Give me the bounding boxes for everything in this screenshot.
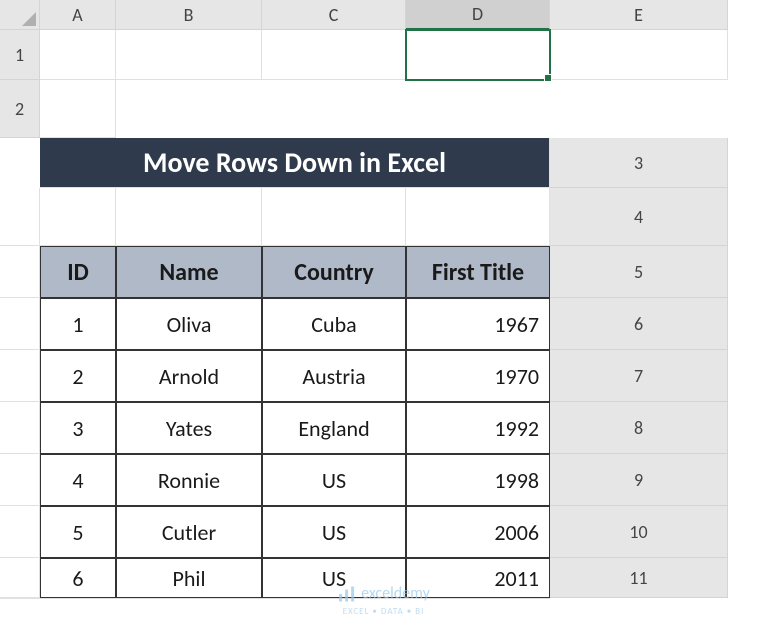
row-header-7[interactable]: 7 <box>550 350 728 402</box>
col-header-c[interactable]: C <box>262 0 406 30</box>
table-row[interactable]: 1992 <box>406 402 550 454</box>
watermark-text: exceldemy <box>361 584 430 603</box>
watermark: exceldemy <box>337 584 430 603</box>
row-header-11[interactable]: 11 <box>550 558 728 598</box>
table-row[interactable]: Austria <box>262 350 406 402</box>
cell-e3[interactable] <box>406 188 550 246</box>
col-header-a[interactable]: A <box>40 0 116 30</box>
cell-a9[interactable] <box>0 506 40 558</box>
cell-a7[interactable] <box>0 402 40 454</box>
cell-a10[interactable] <box>0 558 40 598</box>
cell-b1[interactable] <box>116 30 262 80</box>
table-row[interactable]: 1967 <box>406 298 550 350</box>
col-header-e[interactable]: E <box>550 0 728 30</box>
cell-a5[interactable] <box>0 298 40 350</box>
table-header-id[interactable]: ID <box>40 246 116 298</box>
select-all-corner[interactable] <box>0 0 40 30</box>
cell-b11[interactable] <box>40 598 116 599</box>
table-row[interactable]: 1970 <box>406 350 550 402</box>
cell-a1[interactable] <box>40 30 116 80</box>
table-row[interactable]: 6 <box>40 558 116 598</box>
cell-d1[interactable] <box>406 30 550 80</box>
table-row[interactable]: Arnold <box>116 350 262 402</box>
table-row[interactable]: 5 <box>40 506 116 558</box>
row-header-6[interactable]: 6 <box>550 298 728 350</box>
cell-c1[interactable] <box>262 30 406 80</box>
chart-icon <box>337 585 355 603</box>
watermark-tagline: EXCEL • DATA • BI <box>343 606 425 617</box>
table-row[interactable]: 4 <box>40 454 116 506</box>
row-header-8[interactable]: 8 <box>550 402 728 454</box>
col-header-b[interactable]: B <box>116 0 262 30</box>
table-row[interactable]: Oliva <box>116 298 262 350</box>
cell-a4[interactable] <box>0 246 40 298</box>
row-header-2[interactable]: 2 <box>0 80 40 138</box>
table-row[interactable]: 1998 <box>406 454 550 506</box>
cell-b3[interactable] <box>40 188 116 246</box>
table-row[interactable]: US <box>262 506 406 558</box>
spreadsheet-grid: A B C D E 1 2 Move Rows Down in Excel 3 … <box>0 0 767 599</box>
row-header-5[interactable]: 5 <box>550 246 728 298</box>
row-header-10[interactable]: 10 <box>550 506 728 558</box>
table-row[interactable]: England <box>262 402 406 454</box>
row-header-9[interactable]: 9 <box>550 454 728 506</box>
table-row[interactable]: Yates <box>116 402 262 454</box>
table-row[interactable]: 2 <box>40 350 116 402</box>
table-row[interactable]: Phil <box>116 558 262 598</box>
cell-a8[interactable] <box>0 454 40 506</box>
table-row[interactable]: 1 <box>40 298 116 350</box>
title-banner[interactable]: Move Rows Down in Excel <box>40 138 550 188</box>
cell-a6[interactable] <box>0 350 40 402</box>
table-row[interactable]: 2006 <box>406 506 550 558</box>
cell-a11[interactable] <box>0 598 40 599</box>
table-header-country[interactable]: Country <box>262 246 406 298</box>
cell-a3[interactable] <box>0 188 40 246</box>
cell-e1[interactable] <box>550 30 728 80</box>
table-row[interactable]: 3 <box>40 402 116 454</box>
table-row[interactable]: US <box>262 454 406 506</box>
cell-c11[interactable] <box>116 598 262 599</box>
col-header-d[interactable]: D <box>406 0 550 30</box>
row-header-4[interactable]: 4 <box>550 188 728 246</box>
cell-c3[interactable] <box>116 188 262 246</box>
cell-a2[interactable] <box>40 80 116 138</box>
table-row[interactable]: Cuba <box>262 298 406 350</box>
table-row[interactable]: Ronnie <box>116 454 262 506</box>
row-header-1[interactable]: 1 <box>0 30 40 80</box>
row-header-3[interactable]: 3 <box>550 138 728 188</box>
table-row[interactable]: Cutler <box>116 506 262 558</box>
cell-d3[interactable] <box>262 188 406 246</box>
table-header-name[interactable]: Name <box>116 246 262 298</box>
table-header-first-title[interactable]: First Title <box>406 246 550 298</box>
